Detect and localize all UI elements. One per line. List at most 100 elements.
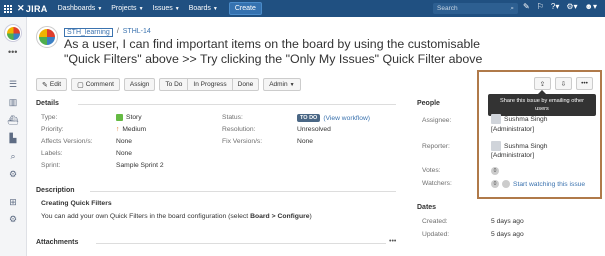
divider — [90, 191, 396, 192]
comment-icon: ▢ — [77, 81, 84, 89]
description-text-post: ) — [309, 213, 312, 220]
breadcrumb-separator: / — [116, 28, 119, 35]
breadcrumb-issue-key[interactable]: STHL-14 — [123, 28, 151, 37]
in-progress-button[interactable]: In Progress — [187, 78, 233, 91]
details-heading: Details — [36, 100, 59, 107]
start-watching-link[interactable]: Start watching this issue — [513, 181, 585, 188]
todo-button[interactable]: To Do — [159, 78, 189, 91]
breadcrumb-project[interactable]: STH_learning — [64, 28, 113, 37]
divider — [78, 104, 396, 105]
jira-logo-icon: ✕ — [17, 3, 25, 13]
assignee-label: Assignee: — [422, 117, 452, 124]
nav-boards[interactable]: Boards ▼ — [189, 5, 218, 12]
feedback-icon[interactable]: ✎ — [523, 2, 530, 11]
user-avatar[interactable]: ☻▾ — [585, 2, 597, 11]
labels-value: None — [116, 150, 132, 157]
created-value: 5 days ago — [491, 218, 524, 225]
notifications-icon[interactable]: ⚐ — [537, 2, 544, 11]
workflow-buttons: To Do In Progress Done — [159, 78, 260, 91]
jira-logo[interactable]: ✕ JIRA — [17, 3, 48, 14]
more-icon[interactable]: ••• — [8, 47, 17, 57]
attachments-heading: Attachments — [36, 239, 79, 246]
search-input[interactable]: Search ⌕ — [433, 3, 518, 14]
status-value: TO DO (View workflow) — [297, 114, 370, 122]
votes-value[interactable]: 0 — [491, 167, 499, 175]
assignee-value[interactable]: Sushma Singh — [491, 114, 548, 124]
sprint-label: Sprint: — [41, 162, 61, 169]
project-sidebar: ••• ☰ ▥ ⛴ ▙ ⌕ ⚙ ⊞ ⚙ — [0, 17, 27, 256]
chevron-down-icon: ▼ — [97, 5, 103, 12]
reporter-value[interactable]: Sushma Singh — [491, 141, 548, 151]
status-badge: TO DO — [297, 114, 321, 122]
labels-label: Labels: — [41, 150, 63, 157]
issue-action-bar: ✎ Edit ▢ Comment Assign To Do In Progress … — [36, 78, 301, 91]
backlog-icon[interactable]: ☰ — [7, 79, 19, 89]
nav-projects[interactable]: Projects ▼ — [111, 5, 143, 12]
edit-button-label: Edit — [49, 81, 62, 88]
project-avatar-icon — [39, 29, 55, 45]
type-label: Type: — [41, 114, 58, 121]
nav-dashboards[interactable]: Dashboards ▼ — [58, 5, 103, 12]
dates-heading: Dates — [417, 204, 437, 211]
created-label: Created: — [422, 218, 448, 225]
affects-version-label: Affects Version/s: — [41, 138, 93, 145]
issue-project-avatar — [36, 26, 58, 48]
components-icon[interactable]: ⚙ — [7, 169, 19, 179]
more-icon[interactable]: ••• — [389, 238, 396, 245]
assign-button[interactable]: Assign — [123, 78, 156, 91]
nav-dashboards-label: Dashboards — [57, 5, 96, 12]
comment-button[interactable]: ▢ Comment — [71, 78, 120, 91]
settings-icon[interactable]: ⚙ — [7, 214, 19, 224]
fix-version-label: Fix Version/s: — [222, 138, 263, 145]
divider — [96, 243, 386, 244]
reports-icon[interactable]: ▙ — [7, 133, 19, 143]
board-icon[interactable]: ▥ — [7, 97, 19, 107]
description-text: You can add your own Quick Filters in th… — [41, 213, 312, 220]
chevron-down-icon: ▼ — [174, 5, 180, 12]
priority-value-text: Medium — [122, 126, 147, 133]
edit-button[interactable]: ✎ Edit — [36, 78, 68, 91]
story-icon — [116, 114, 123, 121]
gear-icon[interactable]: ⚙▾ — [566, 2, 577, 11]
nav-boards-label: Boards — [188, 5, 211, 12]
votes-count: 0 — [491, 167, 499, 175]
description-text-pre: You can add your own Quick Filters in th… — [41, 213, 251, 220]
affects-version-value: None — [116, 138, 132, 145]
nav-issues-label: Issues — [152, 5, 173, 12]
add-item-icon[interactable]: ⊞ — [7, 197, 19, 207]
releases-icon[interactable]: ⛴ — [7, 115, 19, 125]
status-label: Status: — [222, 114, 243, 121]
assignee-role: [Administrator] — [491, 126, 535, 133]
avatar — [491, 141, 501, 151]
priority-arrow-icon: ↑ — [116, 126, 120, 133]
view-workflow-link[interactable]: (View workflow) — [323, 115, 370, 122]
app-switcher-icon[interactable] — [4, 4, 12, 13]
priority-value: ↑ Medium — [116, 126, 146, 133]
jira-logo-text: JIRA — [25, 3, 48, 14]
nav-projects-label: Projects — [111, 5, 137, 12]
issue-title: As a user, I can find important items on… — [64, 37, 483, 66]
topbar-icons: ✎ ⚐ ?▾ ⚙▾ ☻▾ — [523, 2, 597, 11]
description-subheading: Creating Quick Filters — [41, 200, 112, 207]
admin-button[interactable]: Admin ▼ — [263, 78, 301, 91]
watchers-count: 0 — [491, 180, 499, 188]
sprint-value[interactable]: Sample Sprint 2 — [116, 162, 164, 169]
create-button[interactable]: Create — [228, 2, 262, 15]
updated-value: 5 days ago — [491, 231, 524, 238]
nav-issues[interactable]: Issues ▼ — [153, 5, 180, 12]
done-button[interactable]: Done — [231, 78, 260, 91]
assignee-name: Sushma Singh — [504, 115, 548, 123]
project-avatar[interactable] — [4, 24, 22, 42]
eye-icon — [502, 180, 510, 188]
reporter-label: Reporter: — [422, 143, 450, 150]
description-text-bold: Board > Configure — [250, 213, 310, 220]
help-icon[interactable]: ?▾ — [551, 2, 559, 11]
fix-version-value: None — [297, 138, 313, 145]
type-value-text: Story — [126, 114, 142, 121]
priority-label: Priority: — [41, 126, 64, 133]
issues-icon[interactable]: ⌕ — [7, 151, 19, 161]
search-icon: ⌕ — [510, 5, 514, 12]
updated-label: Updated: — [422, 231, 450, 238]
watchers-label: Watchers: — [422, 180, 452, 187]
watchers-value: 0 Start watching this issue — [491, 180, 585, 188]
